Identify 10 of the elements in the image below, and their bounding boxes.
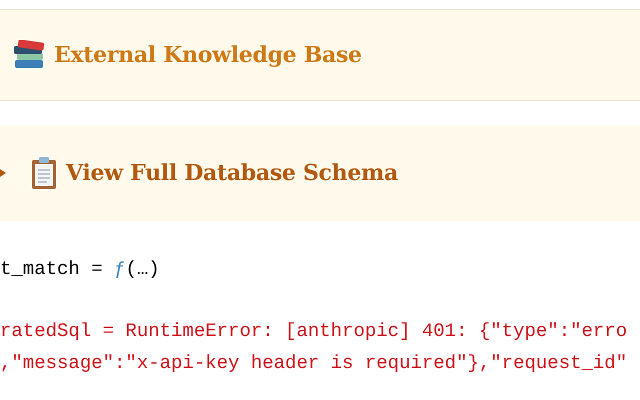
variable-name: t_match = bbox=[0, 258, 103, 280]
section-title: View Full Database Schema bbox=[66, 160, 398, 186]
details-summary[interactable]: View Full Database Schema bbox=[0, 125, 640, 221]
error-line: ,"message":"x-api-key header is required"},"request_id" bbox=[0, 351, 628, 376]
section-title: External Knowledge Base bbox=[54, 42, 362, 68]
disclosure-triangle-icon[interactable] bbox=[0, 168, 6, 178]
error-line: ratedSql = RuntimeError: [anthropic] 401: {"type":"erro bbox=[0, 319, 628, 344]
books-icon bbox=[12, 40, 46, 70]
function-value[interactable]: ƒ(…) bbox=[114, 258, 160, 280]
clipboard-icon bbox=[30, 156, 58, 190]
